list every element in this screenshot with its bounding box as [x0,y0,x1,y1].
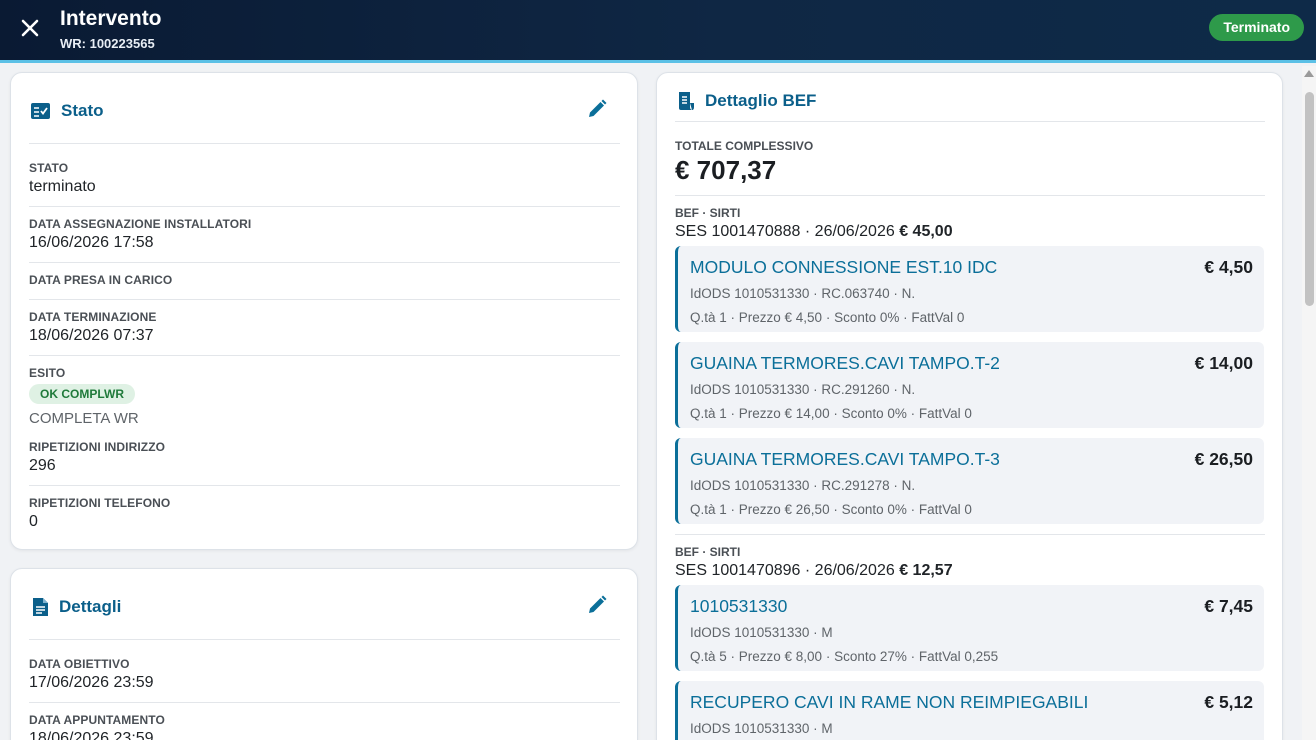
ses-id-date: SES 1001470888 · 26/06/2026 [675,223,895,240]
bef-item[interactable]: MODULO CONNESSIONE EST.10 IDC € 4,50 IdO… [675,246,1264,332]
field-label: DATA OBIETTIVO [29,657,130,671]
item-details: Q.tà 1 · Prezzo € 26,50 · Sconto 0% · Fa… [690,502,972,517]
divider [29,355,620,356]
field-stato: STATO terminato [29,161,619,196]
pencil-icon [589,99,607,117]
field-value: 16/06/2026 17:58 [29,234,154,251]
edit-stato-button[interactable] [585,97,609,121]
item-price: € 14,00 [1194,353,1253,373]
divider [29,143,620,144]
field-label: DATA PRESA IN CARICO [29,273,173,287]
bef-card-title: Dettaglio BEF [705,91,817,110]
field-value: 0 [29,513,38,530]
field-label: STATO [29,161,69,175]
divider [29,206,620,207]
field-label: RIPETIZIONI INDIRIZZO [29,440,166,454]
bef-item[interactable]: GUAINA TERMORES.CAVI TAMPO.T-3 € 26,50 I… [675,438,1264,524]
edit-dettagli-button[interactable] [585,593,609,617]
stato-card-title: Stato [61,101,104,120]
field-esito: ESITO OK COMPLWR COMPLETA WR [29,366,619,427]
dettaglio-bef-card: Dettaglio BEF TOTALE COMPLESSIVO € 707,3… [656,72,1283,740]
document-icon [33,598,48,616]
work-request-id: WR: 100223565 [60,36,155,51]
item-name: 1010531330 [690,596,788,616]
bef-item[interactable]: 1010531330 € 7,45 IdODS 1010531330 · M Q… [675,585,1264,671]
field-data-appuntamento: DATA APPUNTAMENTO 18/06/2026 23:59 [29,713,619,740]
checklist-icon [31,103,50,119]
scrollbar-thumb[interactable] [1305,92,1314,306]
item-ids: IdODS 1010531330 · M [690,721,833,736]
field-data-assegnazione: DATA ASSEGNAZIONE INSTALLATORI 16/06/202… [29,217,619,252]
item-details: Q.tà 1 · Prezzo € 4,50 · Sconto 0% · Fat… [690,310,965,325]
item-ids: IdODS 1010531330 · RC.291278 · N. [690,478,916,493]
item-ids: IdODS 1010531330 · RC.291260 · N. [690,382,916,397]
item-price: € 5,12 [1204,692,1253,712]
ses-id-date: SES 1001470896 · 26/06/2026 [675,562,895,579]
dettagli-card-header: Dettagli [32,597,121,617]
status-badge: Terminato [1209,14,1304,41]
item-name: GUAINA TERMORES.CAVI TAMPO.T-2 [690,353,1000,373]
divider [29,262,620,263]
app-header: Intervento WR: 100223565 Terminato [0,0,1316,63]
divider [675,195,1265,196]
item-price: € 26,50 [1194,449,1253,469]
bef-item[interactable]: GUAINA TERMORES.CAVI TAMPO.T-2 € 14,00 I… [675,342,1264,428]
item-ids: IdODS 1010531330 · M [690,625,833,640]
bef-group-label: BEF · SIRTI [675,206,741,220]
bef-card-header: Dettaglio BEF [677,91,816,111]
field-value: COMPLETA WR [29,410,139,427]
bef-item[interactable]: RECUPERO CAVI IN RAME NON REIMPIEGABILI … [675,681,1264,740]
item-details: Q.tà 1 · Prezzo € 14,00 · Sconto 0% · Fa… [690,406,972,421]
field-value: 18/06/2026 23:59 [29,730,154,740]
item-price: € 4,50 [1204,257,1253,277]
divider [675,534,1265,535]
field-label: DATA ASSEGNAZIONE INSTALLATORI [29,217,252,231]
esito-chip: OK COMPLWR [29,384,135,404]
field-ripetizioni-telefono: RIPETIZIONI TELEFONO 0 [29,496,619,531]
divider [29,485,620,486]
close-button[interactable] [18,16,42,40]
field-label: DATA APPUNTAMENTO [29,713,165,727]
ses-line: SES 1001470896 · 26/06/2026 € 12,57 [675,562,953,580]
field-value: 17/06/2026 23:59 [29,674,154,691]
close-icon [21,19,39,37]
field-label: RIPETIZIONI TELEFONO [29,496,171,510]
ses-amount: € 12,57 [899,562,953,579]
divider [29,639,620,640]
stato-card-header: Stato [30,101,104,121]
ses-line: SES 1001470888 · 26/06/2026 € 45,00 [675,223,953,241]
divider [675,121,1265,122]
bef-group-label: BEF · SIRTI [675,545,741,559]
item-price: € 7,45 [1204,596,1253,616]
field-value: 18/06/2026 07:37 [29,327,154,344]
total-value: € 707,37 [675,155,777,185]
field-data-obiettivo: DATA OBIETTIVO 17/06/2026 23:59 [29,657,619,692]
pencil-icon [589,595,607,613]
field-label: DATA TERMINAZIONE [29,310,157,324]
receipt-icon [679,92,694,110]
ses-amount: € 45,00 [899,223,953,240]
divider [29,299,620,300]
item-name: MODULO CONNESSIONE EST.10 IDC [690,257,998,277]
item-details: Q.tà 5 · Prezzo € 8,00 · Sconto 27% · Fa… [690,649,999,664]
item-name: RECUPERO CAVI IN RAME NON REIMPIEGABILI [690,692,1089,712]
field-label: ESITO [29,366,66,380]
dettagli-card: Dettagli DATA OBIETTIVO 17/06/2026 23:59… [10,568,638,740]
item-ids: IdODS 1010531330 · RC.063740 · N. [690,286,916,301]
field-ripetizioni-indirizzo: RIPETIZIONI INDIRIZZO 296 [29,440,619,475]
dettagli-card-title: Dettagli [59,597,122,616]
divider [29,702,620,703]
item-name: GUAINA TERMORES.CAVI TAMPO.T-3 [690,449,1000,469]
scroll-up-arrow-icon[interactable] [1304,70,1314,77]
total-label: TOTALE COMPLESSIVO [675,139,814,153]
page-title: Intervento [60,7,162,30]
field-data-presa-in-carico: DATA PRESA IN CARICO [29,273,619,290]
field-value: 296 [29,457,56,474]
stato-card: Stato STATO terminato DATA ASSEGNAZIONE … [10,72,638,550]
field-value: terminato [29,178,96,195]
field-data-terminazione: DATA TERMINAZIONE 18/06/2026 07:37 [29,310,619,345]
